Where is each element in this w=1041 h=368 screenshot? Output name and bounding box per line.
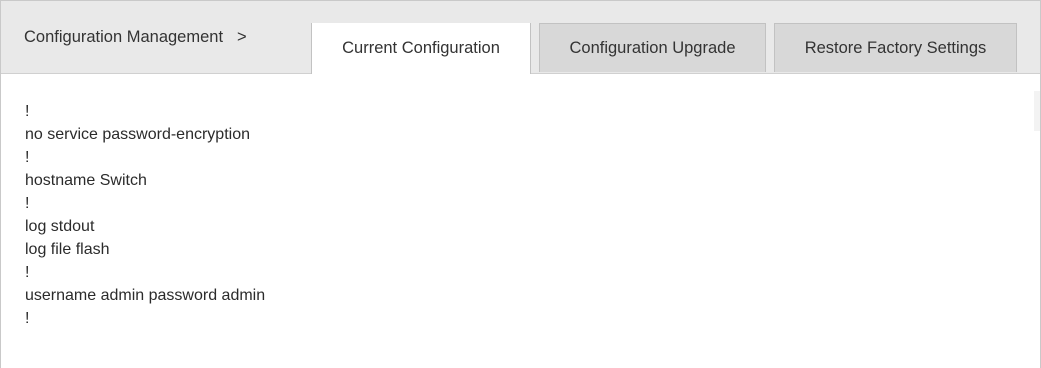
config-line: log stdout xyxy=(25,218,95,235)
config-line: username admin password admin xyxy=(25,287,266,304)
config-line: no service password-encryption xyxy=(25,126,250,143)
breadcrumb-label: Configuration Management xyxy=(24,27,224,46)
config-panel: Configuration Management > Current Confi… xyxy=(0,0,1041,368)
tab-label: Current Configuration xyxy=(342,39,500,57)
config-line: hostname Switch xyxy=(25,172,147,189)
config-line: ! xyxy=(25,264,30,281)
tab-configuration-upgrade[interactable]: Configuration Upgrade xyxy=(539,23,766,72)
current-configuration-content: ! no service password-encryption ! hostn… xyxy=(1,74,1040,368)
tab-bar: Configuration Management > Current Confi… xyxy=(1,1,1040,74)
tab-current-configuration[interactable]: Current Configuration xyxy=(311,23,531,74)
config-line: log file flash xyxy=(25,241,110,258)
breadcrumb: Configuration Management > xyxy=(1,1,311,73)
config-line: ! xyxy=(25,149,30,166)
scrollbar[interactable] xyxy=(1034,91,1040,131)
config-line: ! xyxy=(25,103,30,120)
tab-label: Restore Factory Settings xyxy=(804,38,987,57)
breadcrumb-separator: > xyxy=(237,27,247,46)
tab-label: Configuration Upgrade xyxy=(569,38,736,57)
config-line: ! xyxy=(25,195,30,212)
config-line: ! xyxy=(25,310,30,327)
tab-restore-factory-settings[interactable]: Restore Factory Settings xyxy=(774,23,1017,72)
